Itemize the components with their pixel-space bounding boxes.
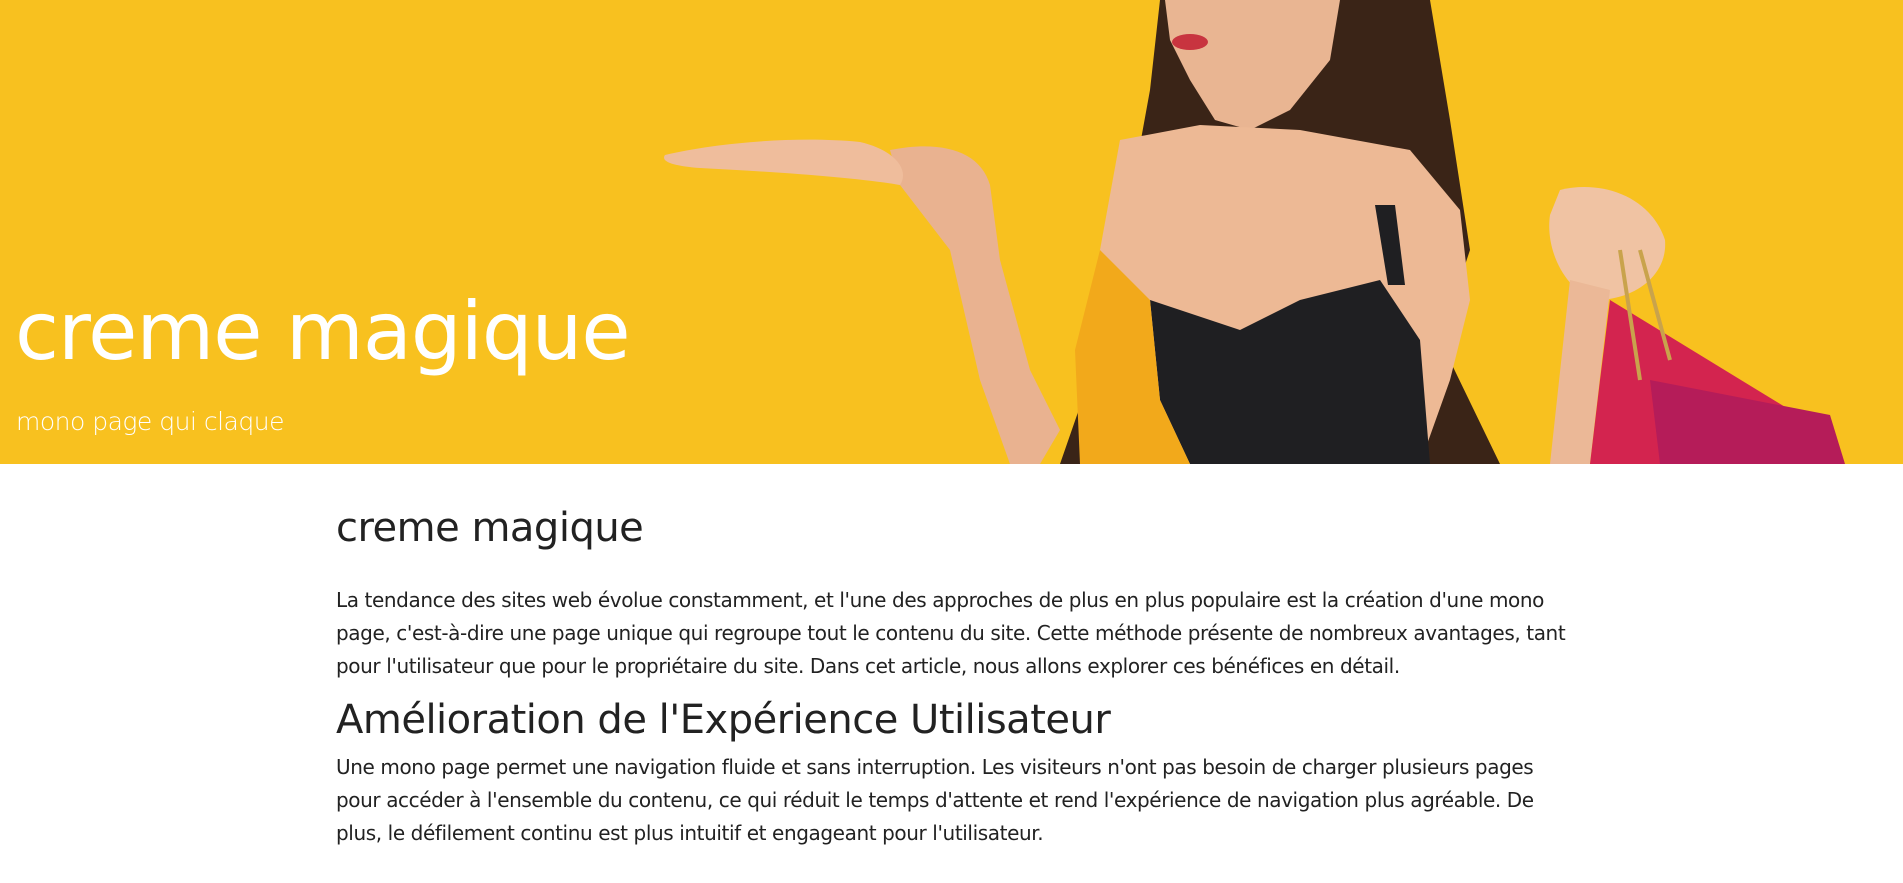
- section-heading-ux: Amélioration de l'Expérience Utilisateur: [336, 697, 1111, 743]
- site-tagline: mono page qui claque: [16, 407, 284, 436]
- section-text-ux: Une mono page permet une navigation flui…: [336, 755, 1534, 845]
- hero-photo: [0, 0, 1903, 464]
- article-content: creme magique La tendance des sites web …: [336, 505, 1566, 864]
- article-title: creme magique: [336, 505, 644, 551]
- hero-banner: creme magique mono page qui claque: [0, 0, 1903, 464]
- site-title: creme magique: [15, 285, 631, 378]
- article-intro: La tendance des sites web évolue constam…: [336, 588, 1566, 678]
